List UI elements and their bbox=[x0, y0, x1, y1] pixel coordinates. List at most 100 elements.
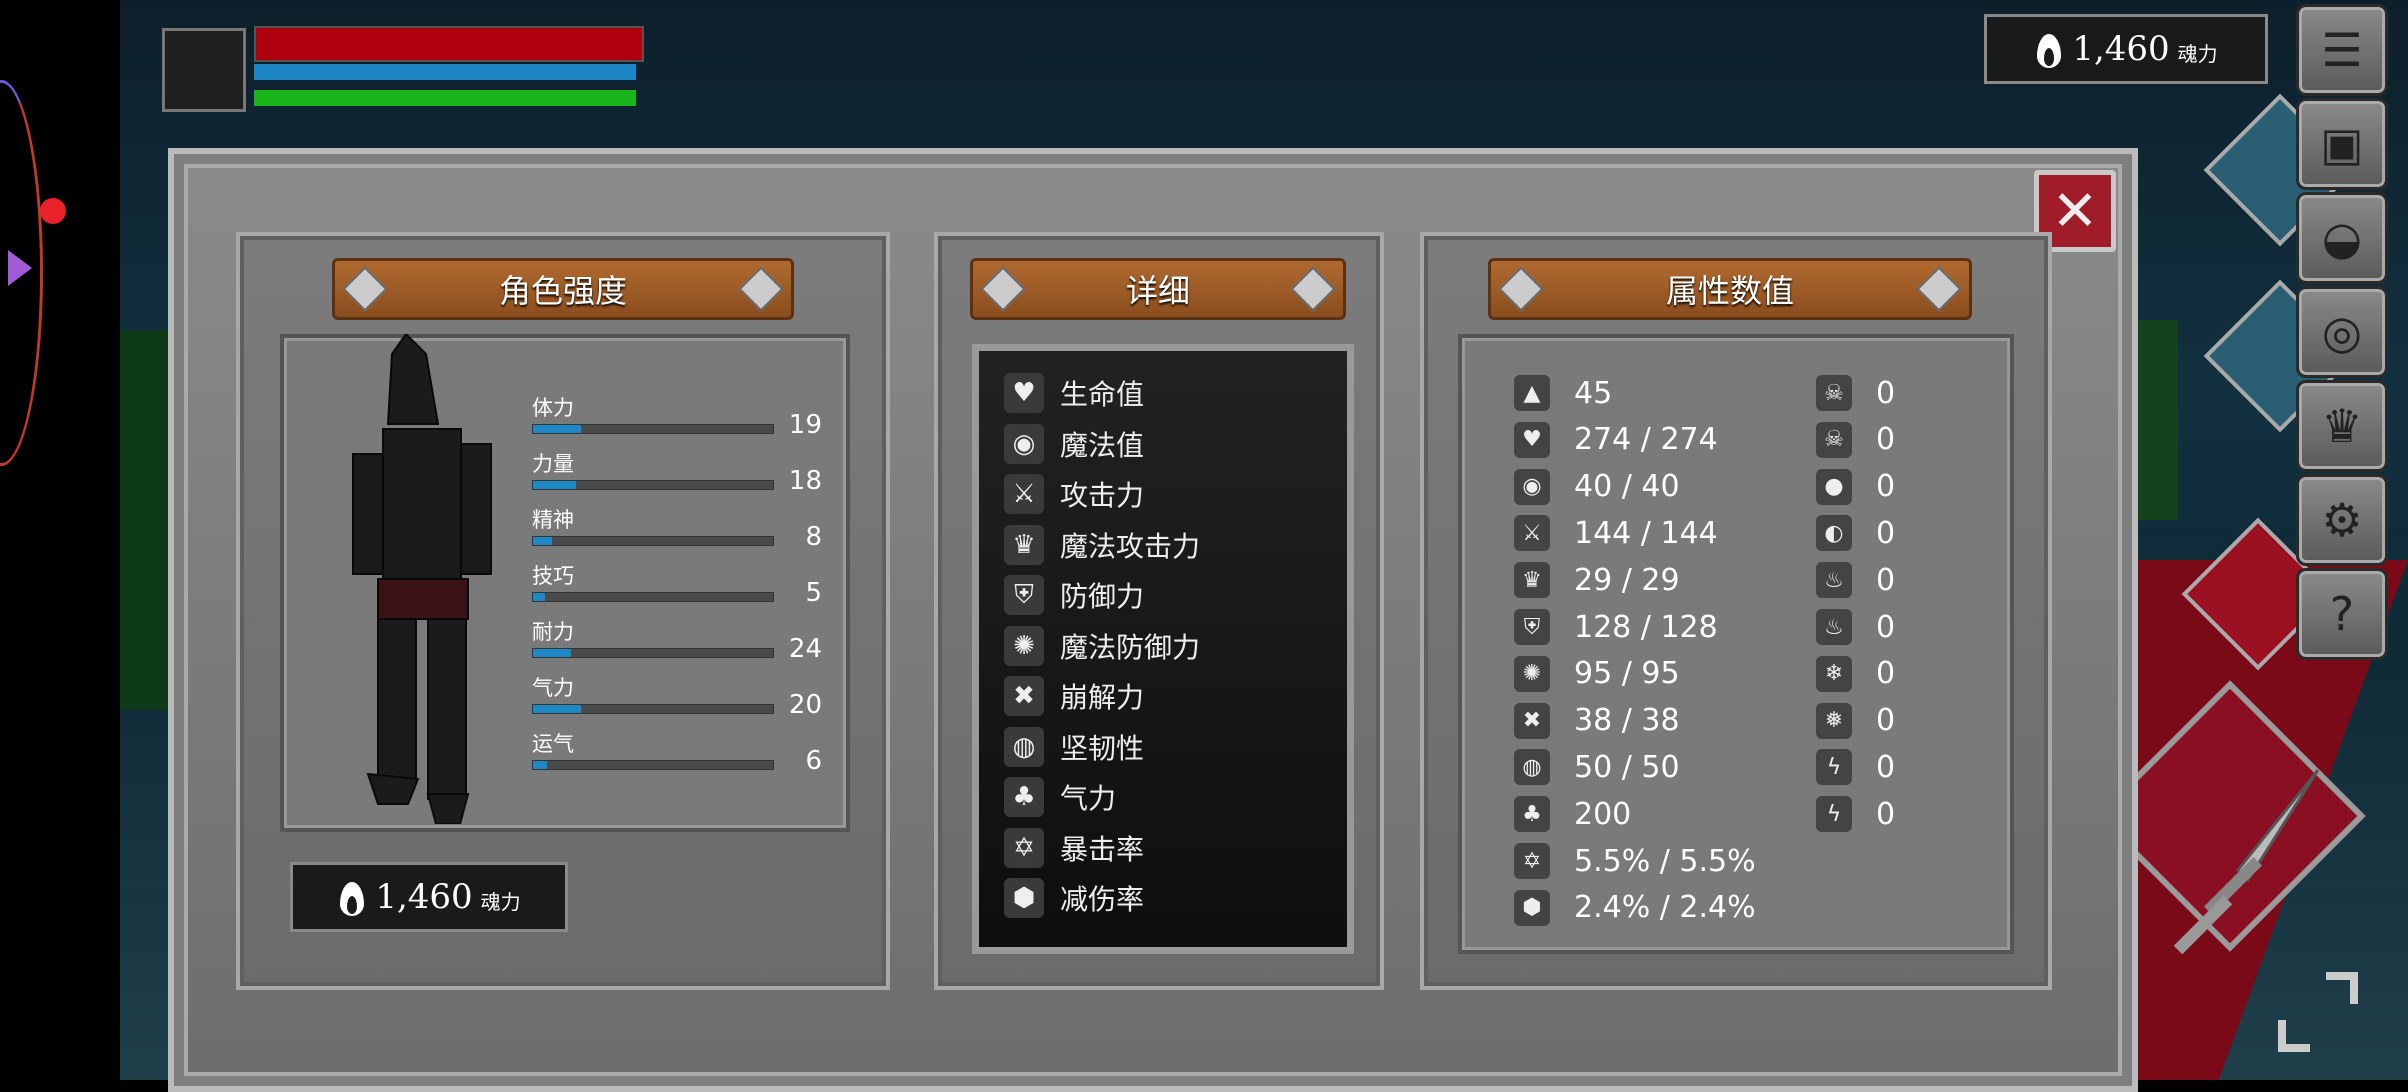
fire-resist-icon: ♨ bbox=[1816, 609, 1852, 645]
detail-item: ✺ 魔法防御力 bbox=[1004, 621, 1200, 671]
attribute-row: ⛨ 128 / 128 bbox=[1514, 604, 1718, 650]
backpack-button[interactable]: ▣ bbox=[2296, 98, 2388, 190]
stat-bar bbox=[532, 760, 774, 770]
magic-shield-icon: ✺ bbox=[1514, 655, 1550, 692]
section-title-strength: 角色强度 bbox=[332, 258, 794, 320]
brain-icon: ◉ bbox=[1004, 423, 1044, 464]
attribute-row: ⚔ 144 / 144 bbox=[1514, 510, 1718, 556]
detail-label: 生命值 bbox=[1060, 378, 1145, 411]
stat-label: 耐力 bbox=[532, 620, 574, 644]
expand-arrow-icon[interactable] bbox=[8, 250, 32, 286]
stat-bar-fill bbox=[533, 425, 581, 433]
attribute-row: ♨ 0 bbox=[1816, 604, 1895, 650]
detail-item: ⚔ 攻击力 bbox=[1004, 469, 1144, 519]
frost-icon: ❄ bbox=[1816, 655, 1852, 692]
shield-icon: ⛨ bbox=[1004, 575, 1044, 615]
attribute-row: ✺ 95 / 95 bbox=[1514, 651, 1680, 697]
crown-icon: ♛ bbox=[2321, 399, 2363, 453]
stat-bar bbox=[532, 648, 774, 658]
stat-row: 精神 8 bbox=[532, 504, 828, 556]
sword-icon: ⚔ bbox=[1514, 515, 1550, 552]
detail-item: ♣ 气力 bbox=[1004, 772, 1116, 822]
attribute-title-text: 属性数值 bbox=[1665, 272, 1794, 310]
detail-item: ♛ 魔法攻击力 bbox=[1004, 520, 1200, 570]
player-portrait[interactable] bbox=[162, 28, 246, 112]
attribute-value: 5.5% / 5.5% bbox=[1574, 843, 1756, 879]
stat-label: 精神 bbox=[532, 508, 574, 532]
settings-gear-button[interactable]: ⚙ bbox=[2296, 474, 2388, 566]
helmet-equip-button[interactable]: ◒ bbox=[2296, 192, 2388, 284]
detail-label: 攻击力 bbox=[1060, 479, 1145, 512]
poison-resist-icon: ☠ bbox=[1816, 421, 1852, 458]
left-edge-ui bbox=[0, 0, 120, 1080]
stat-bar bbox=[532, 704, 774, 714]
menu-list-button[interactable]: ☰ bbox=[2296, 4, 2388, 96]
attribute-value: 0 bbox=[1876, 469, 1896, 505]
attribute-value: 0 bbox=[1876, 796, 1896, 832]
stat-row: 体力 19 bbox=[532, 392, 828, 444]
stat-bar bbox=[532, 536, 774, 546]
stat-bar-fill bbox=[533, 481, 577, 489]
critical-icon: ✡ bbox=[1004, 827, 1044, 868]
detail-item: ✖ 崩解力 bbox=[1004, 671, 1144, 721]
stat-value: 18 bbox=[788, 466, 822, 496]
attribute-value: 144 / 144 bbox=[1574, 515, 1718, 551]
crown-button[interactable]: ♛ bbox=[2296, 380, 2388, 472]
mana-bar bbox=[254, 64, 636, 80]
attribute-value: 0 bbox=[1876, 422, 1896, 458]
section-title-attributes: 属性数值 bbox=[1488, 258, 1972, 320]
detail-title-text: 详细 bbox=[1125, 272, 1190, 310]
help-button[interactable]: ? bbox=[2296, 568, 2388, 660]
lungs-icon: ♣ bbox=[1514, 796, 1550, 833]
sword-icon: ⚔ bbox=[1004, 474, 1044, 514]
detail-label: 暴击率 bbox=[1060, 832, 1145, 866]
magic-attack-icon: ♛ bbox=[1004, 524, 1044, 565]
section-title-detail: 详细 bbox=[970, 258, 1346, 320]
attribute-row: ◐ 0 bbox=[1816, 510, 1895, 556]
attribute-value: 2.4% / 2.4% bbox=[1574, 890, 1756, 926]
panel-currency-unit: 魂力 bbox=[480, 889, 521, 914]
attribute-row: ♣ 200 bbox=[1514, 791, 1631, 837]
detail-item: ✡ 暴击率 bbox=[1004, 823, 1144, 873]
lightning-icon: ϟ bbox=[1816, 749, 1852, 786]
attribute-value: 0 bbox=[1876, 375, 1896, 411]
stat-bar-fill bbox=[533, 761, 548, 769]
stamina-bar bbox=[254, 90, 636, 106]
character-model bbox=[352, 334, 492, 824]
attribute-row: ❄ 0 bbox=[1816, 651, 1895, 697]
helmet-icon: ◍ bbox=[1004, 726, 1044, 767]
emblem-button[interactable]: ◎ bbox=[2296, 286, 2388, 378]
bleed-icon: ● bbox=[1816, 468, 1852, 505]
level-icon: ▲ bbox=[1514, 375, 1550, 411]
flame-icon bbox=[337, 876, 367, 918]
attribute-row: ◉ 40 / 40 bbox=[1514, 464, 1680, 510]
expand-screen-icon[interactable] bbox=[2278, 972, 2358, 1052]
close-icon: ✕ bbox=[2051, 178, 2099, 244]
attribute-row: ♥ 274 / 274 bbox=[1514, 417, 1718, 463]
detail-label: 魔法值 bbox=[1060, 428, 1145, 462]
attribute-value: 0 bbox=[1876, 609, 1896, 645]
hammer-icon: ✖ bbox=[1004, 676, 1044, 716]
stat-bar-fill bbox=[533, 649, 572, 657]
sword-icon bbox=[2173, 769, 2320, 955]
stat-row: 力量 18 bbox=[532, 448, 828, 500]
poison-icon: ☠ bbox=[1816, 375, 1852, 411]
attribute-row: ϟ0 bbox=[1816, 744, 1895, 790]
stat-value: 6 bbox=[805, 746, 822, 776]
attribute-row: ⬢ 2.4% / 2.4% bbox=[1514, 885, 1756, 931]
detail-item: ⬢ 减伤率 bbox=[1004, 873, 1144, 923]
menu-list-icon: ☰ bbox=[2321, 23, 2363, 77]
attribute-value: 0 bbox=[1876, 656, 1896, 692]
stat-label: 力量 bbox=[532, 452, 574, 476]
hammer-icon: ✖ bbox=[1514, 702, 1550, 739]
lungs-icon: ♣ bbox=[1004, 777, 1044, 817]
damage-reduction-icon: ⬢ bbox=[1004, 878, 1044, 918]
critical-icon: ✡ bbox=[1514, 843, 1550, 879]
attribute-row: ✡ 5.5% / 5.5% bbox=[1514, 838, 1756, 884]
flame-icon bbox=[2034, 28, 2064, 70]
settings-gear-icon: ⚙ bbox=[2321, 493, 2363, 547]
attribute-row: ● 0 bbox=[1816, 464, 1895, 510]
help-icon: ? bbox=[2329, 587, 2355, 641]
detail-label: 气力 bbox=[1060, 782, 1117, 815]
attribute-row: ▲ 45 bbox=[1514, 370, 1612, 416]
